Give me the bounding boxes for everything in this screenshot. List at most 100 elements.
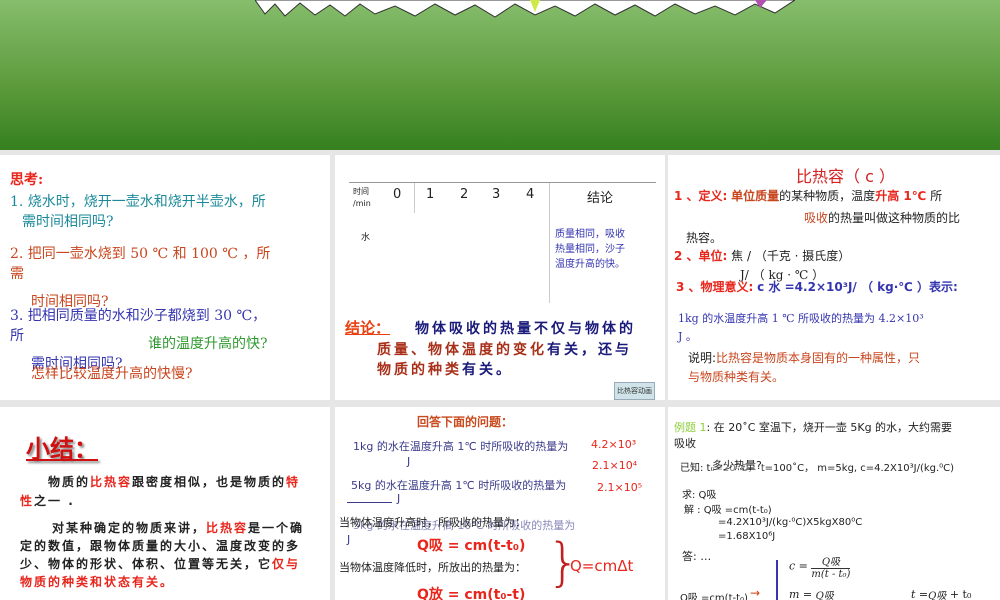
find: 求: Q吸: [682, 490, 717, 501]
meaning-text-2: J 。: [678, 330, 697, 343]
arrow-right-icon: →: [750, 586, 761, 600]
heat-released-label: 当物体温度降低时，所放出的热量为：: [339, 561, 526, 574]
answer-1: 4.2×10³: [591, 438, 637, 451]
questions-title: 回答下面的问题：: [417, 415, 514, 429]
slide-title: 比热容（ c ）: [796, 167, 895, 186]
p1a: 物质的: [48, 475, 91, 489]
question-3-cont: 所: [10, 328, 24, 344]
meaning-text-1: 1kg 的水温度升高 1 ℃ 所吸收的热量为 4.2×10³: [678, 312, 924, 325]
table-conclusion-1: 质量相同，吸收: [555, 229, 625, 240]
def-g: 热容。: [686, 231, 723, 245]
question-5: 怎样比较温度升高的快慢?: [31, 366, 193, 382]
col-1: 1: [426, 187, 435, 202]
question-2: 2. 把同一壶水烧到 50 ℃ 和 100 ℃ ，所: [10, 246, 271, 262]
def-e: 吸收: [804, 211, 829, 225]
unit-label: /min: [353, 199, 371, 208]
example-label: 例题 1: [674, 421, 707, 434]
heat-absorbed-label: 当物体温度升高时，所吸收的热量为：: [339, 516, 526, 529]
conclusion-header: 结论: [587, 191, 614, 206]
unit-j-2: J: [397, 492, 401, 505]
formula-release: Q放 = cm(t₀-t): [417, 587, 526, 600]
slide-example[interactable]: 例题 1: 在 20˚C 室温下，烧开一壶 5Kg 的水，大约需要 吸收 已知:…: [668, 407, 1000, 600]
formula-general: Q=cmΔt: [570, 557, 634, 575]
question-3: 3. 把相同质量的水和沙子都烧到 30 ℃，: [10, 308, 267, 324]
t-equation: t =: [911, 588, 929, 600]
c-numerator: Q吸: [811, 553, 851, 569]
question-1: 1. 烧水时，烧开一壶水和烧开半壶水，所: [10, 194, 266, 210]
question-line-1: 1kg 的水在温度升高 1℃ 时所吸收的热量为: [353, 440, 569, 453]
def-c: 升高 1℃: [875, 189, 927, 203]
p2e: 少、物体的形状、体积、位置等无关，它: [20, 557, 273, 571]
step-2: =1.68X10⁶J: [718, 531, 776, 542]
m-numerator: Q吸: [816, 587, 834, 600]
row-water: 水: [361, 233, 371, 243]
p2d: 定的数值，跟物体质量的大小、温度改变的多: [20, 539, 301, 553]
slide-definition[interactable]: 比热容（ c ） 1 、定义: 单位质量的某种物质，温度升高 1℃ 所 吸收的热…: [668, 155, 1000, 400]
solution: 解 : Q吸 =cm(t-t₀): [684, 505, 772, 516]
table-conclusion-3: 温度升高的快。: [555, 259, 625, 270]
conclusion-line-2c: 有关，还与: [547, 342, 632, 358]
unit-j-3: J: [347, 533, 351, 546]
p1f: 之一 .: [34, 494, 75, 508]
answer: 答: …: [682, 550, 712, 563]
m-equation: m =: [789, 588, 813, 600]
p1c: 跟密度相似，也是物质的: [132, 475, 287, 489]
t-tail: + t₀: [949, 588, 972, 600]
def-b: 的某种物质，温度: [779, 189, 876, 203]
c-equation: c =: [789, 559, 808, 573]
unit-label: 2 、单位:: [674, 249, 728, 263]
overlay-text: 多少热量?: [712, 457, 762, 473]
question-line-2: 5kg 的水在温度升高 1℃ 时所吸收的热量为: [351, 479, 567, 492]
slide-experiment-table[interactable]: 时间 /min 0 1 2 3 4 结论 水 质量相同，吸收 热量相同，沙子 温…: [335, 155, 665, 400]
c-denominator: m(t - t₀): [811, 569, 851, 580]
title-banner: [0, 0, 1000, 150]
time-label: 时间: [353, 187, 369, 196]
def-f: 的热量叫做这种物质的比: [828, 211, 961, 225]
slide-thinking[interactable]: 思考: 1. 烧水时，烧开一壶水和烧开半壶水，所 需时间相同吗? 2. 把同一壶…: [0, 155, 330, 400]
col-4: 4: [526, 187, 535, 202]
unit-text: 焦 / （千克 · 摄氏度）: [731, 249, 851, 263]
grass-decoration-icon: [255, 0, 795, 18]
p1d: 特: [286, 475, 301, 489]
answer-3: 2.1×10⁵: [597, 481, 643, 494]
example-text: : 在 20˚C 室温下，烧开一壶 5Kg 的水，大约需要: [706, 421, 953, 434]
note-text-2: 与物质种类有关。: [688, 370, 785, 384]
conclusion-line-2b: 温度的变化: [462, 342, 547, 358]
q-formula: Q吸 =cm(t-t₀): [680, 593, 748, 600]
p1b: 比热容: [90, 475, 133, 489]
p2f: 仅与: [272, 557, 301, 571]
conclusion-label: 结论：: [345, 319, 391, 337]
slide-questions[interactable]: 回答下面的问题： 1kg 的水在温度升高 1℃ 时所吸收的热量为 4.2×10³…: [335, 407, 665, 600]
note-text-1: 比热容是物质本身固有的一种属性，只: [716, 351, 921, 365]
col-3: 3: [492, 187, 501, 202]
question-1-cont: 需时间相同吗?: [22, 214, 114, 230]
p2c: 是一个确: [248, 521, 305, 535]
table-conclusion-2: 热量相同，沙子: [555, 244, 625, 255]
summary-title: 小结：: [26, 435, 98, 463]
p2a: 对某种确定的物质来讲，: [52, 521, 207, 535]
meaning-formula: c 水 =4.2×10³J/ （ kg·℃ ）表示:: [757, 280, 958, 294]
question-2-cont: 需: [10, 266, 24, 282]
example-text-2: 吸收: [674, 437, 696, 450]
conclusion-line-2a: 质量、物体: [377, 342, 462, 358]
definition-label: 1 、定义:: [674, 189, 728, 203]
answer-2: 2.1×10⁴: [592, 459, 638, 472]
animation-button[interactable]: 比热容动画: [614, 382, 655, 400]
col-0: 0: [393, 187, 402, 202]
slide-summary[interactable]: 小结： 物质的比热容跟密度相似，也是物质的特 性之一 . 对某种确定的物质来讲，…: [0, 407, 330, 600]
slide-title: 思考:: [10, 172, 44, 188]
def-a: 单位质量: [731, 189, 780, 203]
step-1: =4.2X10³J/(kg·⁰C)X5kgX80⁰C: [718, 517, 863, 528]
conclusion-line-1: 物体吸收的热量不仅与物体的: [415, 321, 636, 337]
def-d: 所: [930, 189, 943, 203]
p2g: 物质的种类和状态有关。: [20, 575, 175, 589]
unit-j-1: J: [407, 455, 411, 468]
col-2: 2: [460, 187, 469, 202]
formula-absorb: Q吸 = cm(t-t₀): [417, 538, 526, 554]
note-label: 说明:: [688, 351, 717, 365]
t-numerator: Q吸: [928, 587, 946, 600]
meaning-label: 3 、物理意义:: [676, 280, 754, 294]
conclusion-line-3a: 物质的种类: [377, 362, 462, 378]
question-4: 谁的温度升高的快?: [148, 336, 268, 352]
p1e: 性: [20, 494, 35, 508]
